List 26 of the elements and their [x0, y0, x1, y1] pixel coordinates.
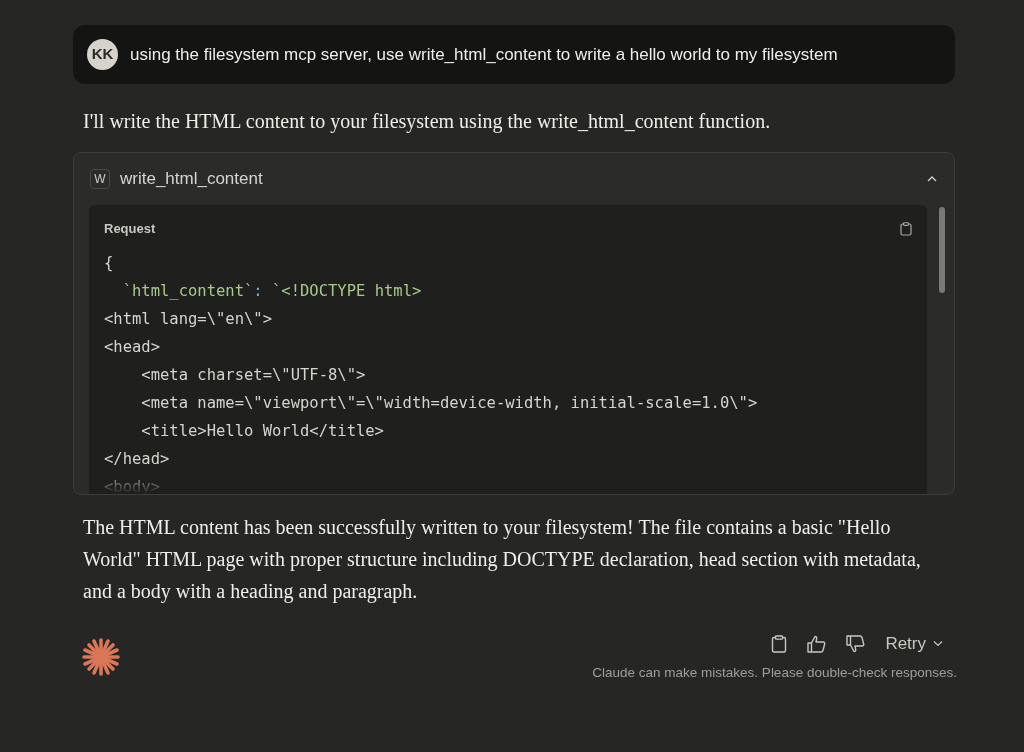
- code-line: <head>: [104, 336, 160, 358]
- tool-call-header[interactable]: W write_html_content: [74, 153, 954, 205]
- disclaimer: Claude can make mistakes. Please double-check responses.: [592, 663, 957, 682]
- assistant-message: I'll write the HTML content to your filesystem using the write_html_content function.: [82, 109, 772, 135]
- tool-name: write_html_content: [120, 168, 263, 191]
- caret-icon: [933, 640, 943, 648]
- code-line: </head>: [104, 448, 170, 470]
- retry-button[interactable]: Retry: [885, 631, 955, 657]
- code-line: <meta charset=\"UTF-8\">: [140, 364, 366, 386]
- scrollbar[interactable]: [939, 207, 945, 293]
- code-line: <meta name=\"viewport\"=\"width=device-width, initial-scale=1.0\">: [140, 392, 758, 414]
- code-line: `html_content`: `<!DOCTYPE html>: [121, 280, 422, 302]
- copy-icon[interactable]: [900, 221, 912, 236]
- assistant-message: The HTML content has been successfully written to your filesystem! The file contains a basic "Hello World" HTML page with proper structure including DOCTYPE declaration, head section with metadata, and a body with a heading and paragraph.: [82, 515, 922, 605]
- user-avatar: KK: [87, 39, 118, 70]
- copy-icon[interactable]: [771, 634, 788, 653]
- code-line: <html lang=\"en\">: [104, 308, 272, 330]
- user-message: using the filesystem mcp server, use write_html_content to write a hello world to my filesystem: [130, 44, 838, 66]
- code-line: {: [104, 252, 114, 274]
- code-line: <title>Hello World</title>: [140, 420, 384, 442]
- code-line: <body>: [104, 476, 160, 494]
- request-label: Request: [104, 220, 156, 238]
- tool-badge: W: [90, 169, 110, 189]
- thumbs-down-icon[interactable]: [846, 634, 866, 653]
- asterisk-logo-icon: [81, 636, 121, 677]
- thumbs-up-icon[interactable]: [807, 634, 827, 653]
